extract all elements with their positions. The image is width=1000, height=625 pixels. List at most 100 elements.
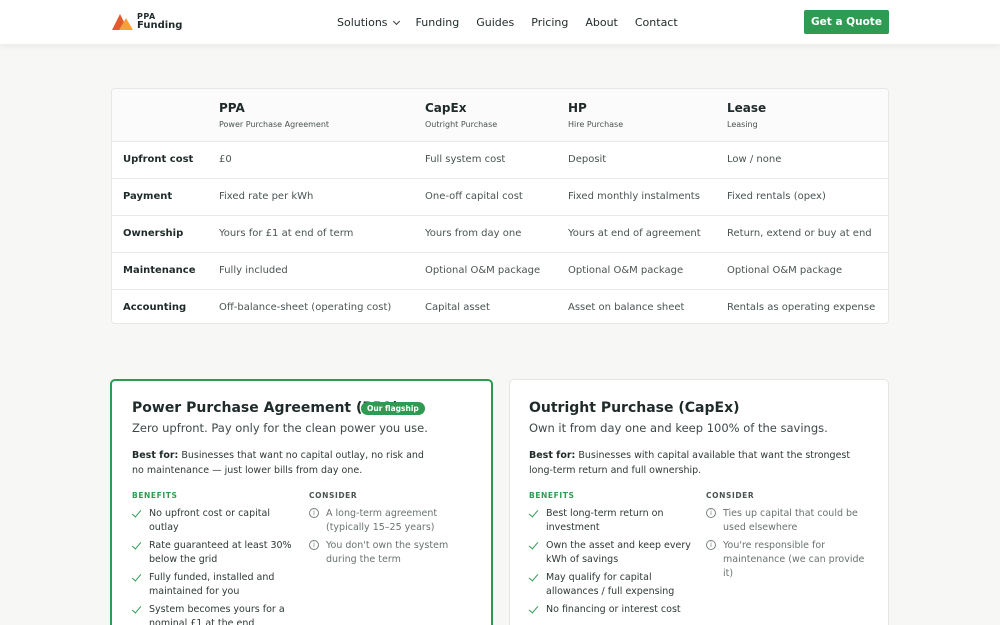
column-subtitle: Leasing <box>727 120 758 129</box>
column-title: CapEx <box>425 101 467 115</box>
table-cell: Optional O&M package <box>727 265 843 276</box>
benefit-item: Own the asset and keep every kWh of savi… <box>528 539 701 567</box>
get-a-quote-button[interactable]: Get a Quote <box>804 10 889 34</box>
consider-heading: CONSIDER <box>706 491 755 500</box>
logo-text-line2: Funding <box>137 20 183 31</box>
check-icon <box>528 603 539 614</box>
best-for-label: Best for: <box>132 450 179 461</box>
site-header: PPA Funding Solutions Funding Guides Pri… <box>0 0 1000 44</box>
info-icon: i <box>309 540 319 550</box>
consider-list: iA long-term agreement (typically 15–25 … <box>309 507 479 571</box>
consider-item: i Ties up capital that could be used else… <box>706 507 876 535</box>
card-title: Outright Purchase (CapEx) <box>529 400 740 416</box>
consider-heading: CONSIDER <box>309 491 358 500</box>
table-cell: Rentals as operating expense <box>727 302 876 313</box>
best-for-description: Businesses with capital available that w… <box>529 450 851 476</box>
benefit-item: Rate guaranteed at least 30% below the g… <box>131 539 302 567</box>
table-row-upfront-cost: Upfront cost £0 Full system cost Deposit… <box>112 141 888 178</box>
table-cell: One-off capital cost <box>425 191 523 202</box>
consider-item: iA long-term agreement (typically 15–25 … <box>309 507 479 535</box>
column-title: PPA <box>219 101 245 115</box>
nav-solutions[interactable]: Solutions <box>337 16 400 29</box>
best-for-text: Best for: Businesses with capital availa… <box>529 448 859 478</box>
row-label: Upfront cost <box>123 154 194 165</box>
column-subtitle: Outright Purchase <box>425 120 498 129</box>
benefit-item: No upfront cost or capital outlay <box>131 507 302 535</box>
ppa-option-card: Power Purchase Agreement (PPA) Our flags… <box>110 379 493 625</box>
table-cell: Fixed rentals (opex) <box>727 191 826 202</box>
column-title: HP <box>568 101 587 115</box>
table-cell: £0 <box>219 154 232 165</box>
benefits-list: Best long-term return on investment Own … <box>528 507 701 621</box>
benefits-list: No upfront cost or capital outlay Rate g… <box>131 507 302 625</box>
column-header-ppa: PPA Power Purchase Agreement <box>219 101 329 129</box>
table-cell: Deposit <box>568 154 607 165</box>
column-title: Lease <box>727 101 767 115</box>
nav-guides[interactable]: Guides <box>476 16 514 29</box>
card-title: Power Purchase Agreement (PPA) <box>132 400 399 416</box>
info-icon: i <box>706 540 716 550</box>
table-row-payment: Payment Fixed rate per kWh One-off capit… <box>112 178 888 215</box>
benefits-heading: BENEFITS <box>132 491 178 500</box>
best-for-label: Best for: <box>529 450 576 461</box>
table-row-ownership: Ownership Yours for £1 at end of term Yo… <box>112 215 888 252</box>
table-row-maintenance: Maintenance Fully included Optional O&M … <box>112 252 888 289</box>
row-label: Ownership <box>123 228 184 239</box>
row-label: Accounting <box>123 302 187 313</box>
table-cell: Low / none <box>727 154 782 165</box>
table-header-row: PPA Power Purchase Agreement CapEx Outri… <box>112 89 888 141</box>
check-icon <box>131 571 142 582</box>
check-icon <box>131 603 142 614</box>
table-cell: Fixed rate per kWh <box>219 191 314 202</box>
nav-pricing[interactable]: Pricing <box>531 16 568 29</box>
column-subtitle: Hire Purchase <box>568 120 624 129</box>
consider-item: i You're responsible for maintenance (we … <box>706 539 876 581</box>
table-cell: Yours for £1 at end of term <box>219 228 354 239</box>
check-icon <box>131 539 142 550</box>
flagship-badge: Our flagship <box>361 402 425 415</box>
table-cell: Return, extend or buy at end <box>727 228 872 239</box>
table-cell: Fully included <box>219 265 288 276</box>
nav-funding[interactable]: Funding <box>416 16 460 29</box>
table-cell: Yours from day one <box>425 228 522 239</box>
table-cell: Capital asset <box>425 302 490 313</box>
table-row-accounting: Accounting Off-balance-sheet (operating … <box>112 289 888 323</box>
nav-contact[interactable]: Contact <box>635 16 678 29</box>
benefit-item: System becomes yours for a nominal £1 at… <box>131 603 302 625</box>
consider-list: i Ties up capital that could be used else… <box>706 507 876 585</box>
ppa-funding-logo[interactable]: PPA Funding <box>112 12 183 31</box>
column-header-hp: HP Hire Purchase <box>568 101 623 129</box>
table-cell: Optional O&M package <box>568 265 684 276</box>
check-icon <box>528 571 539 582</box>
comparison-table: PPA Power Purchase Agreement CapEx Outri… <box>111 88 889 324</box>
table-cell: Yours at end of agreement <box>568 228 701 239</box>
consider-item: i You don't own the system during the ter… <box>309 539 479 567</box>
benefit-item: No financing or interest cost <box>528 603 701 617</box>
nav-about[interactable]: About <box>585 16 618 29</box>
chevron-down-icon <box>392 17 400 25</box>
table-cell: Full system cost <box>425 154 506 165</box>
card-subtitle: Own it from day one and keep 100% of the… <box>529 421 828 435</box>
column-subtitle: Power Purchase Agreement <box>219 120 330 129</box>
check-icon <box>131 507 142 518</box>
logo-mark-icon <box>112 12 134 30</box>
table-cell: Optional O&M package <box>425 265 541 276</box>
row-label: Payment <box>123 191 173 202</box>
benefit-item: May qualify for capital allowances / ful… <box>528 571 701 599</box>
table-cell: Fixed monthly instalments <box>568 191 700 202</box>
column-header-lease: Lease Leasing <box>727 101 766 129</box>
info-icon: i <box>309 508 319 518</box>
check-icon <box>528 507 539 518</box>
column-header-capex: CapEx Outright Purchase <box>425 101 497 129</box>
table-cell: Asset on balance sheet <box>568 302 685 313</box>
main-nav: Solutions Funding Guides Pricing About C… <box>337 16 695 29</box>
benefit-item: Fully funded, installed and maintained f… <box>131 571 302 599</box>
capex-option-card: Outright Purchase (CapEx) Own it from da… <box>509 379 889 625</box>
row-label: Maintenance <box>123 265 196 276</box>
check-icon <box>528 539 539 550</box>
table-cell: Off-balance-sheet (operating cost) <box>219 302 392 313</box>
benefit-item: Best long-term return on investment <box>528 507 701 535</box>
best-for-text: Best for: Businesses that want no capita… <box>132 448 432 478</box>
nav-solutions-label: Solutions <box>337 16 388 29</box>
card-subtitle: Zero upfront. Pay only for the clean pow… <box>132 421 428 435</box>
